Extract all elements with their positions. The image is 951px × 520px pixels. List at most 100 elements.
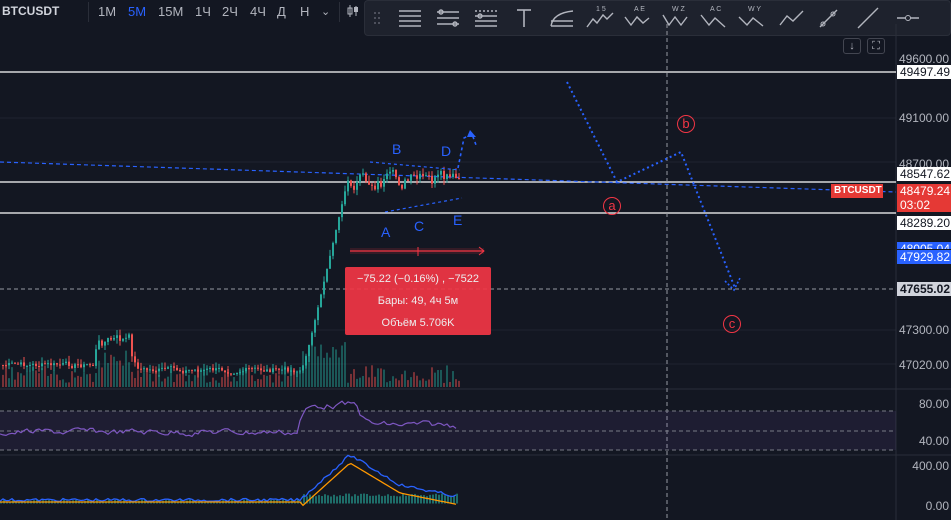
candle-body bbox=[137, 362, 139, 369]
chart-canvas[interactable] bbox=[0, 0, 951, 520]
candle-body bbox=[56, 363, 58, 365]
price-tick: 49600.00 bbox=[898, 52, 949, 66]
macd-histogram-bar bbox=[339, 495, 341, 504]
volume-bar bbox=[134, 378, 136, 387]
candle-body bbox=[266, 369, 268, 372]
volume-bar bbox=[371, 365, 373, 387]
macd-histogram-bar bbox=[399, 496, 401, 504]
candle-body bbox=[419, 173, 421, 179]
volume-bar bbox=[143, 372, 145, 387]
volume-bar bbox=[455, 379, 457, 387]
volume-bar bbox=[182, 372, 184, 387]
volume-bar bbox=[2, 374, 4, 387]
volume-bar bbox=[278, 375, 280, 387]
candle-body bbox=[215, 368, 217, 371]
volume-bar bbox=[191, 381, 193, 387]
volume-bar bbox=[167, 376, 169, 387]
macd-histogram-bar bbox=[381, 496, 383, 504]
candle-body bbox=[209, 367, 211, 369]
macd-histogram-bar bbox=[357, 495, 359, 504]
tooltip-change: −75.22 (−0.16%) , −7522 bbox=[356, 273, 479, 285]
candle-body bbox=[347, 180, 349, 192]
volume-bar bbox=[68, 382, 70, 387]
candle-body bbox=[335, 230, 337, 243]
price-label-level: 48289.20 bbox=[896, 216, 951, 230]
volume-bar bbox=[215, 380, 217, 387]
volume-bar bbox=[95, 373, 97, 387]
wave-label-e[interactable]: E bbox=[453, 212, 462, 228]
volume-bar bbox=[74, 377, 76, 387]
volume-bar bbox=[350, 373, 352, 387]
volume-bar bbox=[290, 367, 292, 387]
candle-body bbox=[92, 364, 94, 366]
volume-bar bbox=[5, 366, 7, 387]
volume-bar bbox=[203, 369, 205, 387]
macd-histogram-bar bbox=[378, 494, 380, 504]
volume-bar bbox=[458, 380, 460, 387]
correction-label-a[interactable]: a bbox=[603, 197, 621, 215]
tooltip-volume: Объём 5.706K bbox=[381, 317, 455, 329]
volume-bar bbox=[164, 378, 166, 387]
candle-body bbox=[344, 191, 346, 205]
macd-histogram-bar bbox=[321, 496, 323, 504]
wave-label-b[interactable]: B bbox=[392, 141, 401, 157]
candle-body bbox=[410, 174, 412, 181]
macd-histogram-bar bbox=[360, 493, 362, 504]
candle-body bbox=[437, 174, 439, 178]
macd-histogram-bar bbox=[336, 496, 338, 504]
candle-body bbox=[47, 363, 49, 365]
volume-bar bbox=[29, 370, 31, 387]
wave-label-d[interactable]: D bbox=[441, 143, 451, 159]
volume-bar bbox=[416, 375, 418, 387]
candle-body bbox=[326, 268, 328, 282]
candle-body bbox=[377, 181, 379, 190]
symbol-tag: BTCUSDT bbox=[831, 184, 883, 198]
macd-histogram-bar bbox=[375, 495, 377, 504]
candle-body bbox=[329, 255, 331, 269]
candle-body bbox=[272, 368, 274, 373]
volume-bar bbox=[146, 368, 148, 387]
volume-bar bbox=[113, 356, 115, 387]
correction-label-b[interactable]: b bbox=[677, 115, 695, 133]
volume-bar bbox=[218, 382, 220, 387]
candle-body bbox=[119, 335, 121, 341]
wave-label-a[interactable]: A bbox=[381, 224, 390, 240]
candle-body bbox=[101, 340, 103, 346]
wave-label-c[interactable]: C bbox=[414, 218, 424, 234]
volume-bar bbox=[209, 381, 211, 387]
macd-histogram-bar bbox=[333, 494, 335, 504]
candle-body bbox=[314, 320, 316, 333]
volume-bar bbox=[383, 369, 385, 387]
volume-bar bbox=[446, 365, 448, 387]
volume-bar bbox=[293, 368, 295, 387]
volume-bar bbox=[71, 371, 73, 387]
volume-bar bbox=[332, 347, 334, 387]
volume-bar bbox=[224, 374, 226, 387]
volume-bar bbox=[302, 351, 304, 387]
macd-histogram-bar bbox=[390, 495, 392, 504]
volume-bar bbox=[269, 374, 271, 387]
candle-body bbox=[65, 361, 67, 364]
volume-bar bbox=[251, 375, 253, 387]
candle-body bbox=[356, 181, 358, 190]
volume-bar bbox=[230, 381, 232, 387]
correction-label-c[interactable]: c bbox=[723, 315, 741, 333]
candle-body bbox=[341, 204, 343, 218]
volume-bar bbox=[434, 372, 436, 387]
volume-bar bbox=[299, 371, 301, 387]
candle-body bbox=[35, 363, 37, 366]
volume-bar bbox=[110, 354, 112, 387]
candle-body bbox=[149, 369, 151, 371]
candle-body bbox=[164, 367, 166, 369]
macd-histogram-bar bbox=[372, 495, 374, 504]
tooltip-bars: Бары: 49, 4ч 5м bbox=[377, 295, 459, 307]
candle-body bbox=[194, 369, 196, 371]
volume-bar bbox=[437, 370, 439, 387]
volume-bar bbox=[305, 353, 307, 387]
volume-bar bbox=[170, 368, 172, 387]
volume-bar bbox=[86, 374, 88, 387]
candle-body bbox=[320, 294, 322, 308]
volume-bar bbox=[287, 376, 289, 387]
candle-body bbox=[443, 171, 445, 179]
macd-histogram-bar bbox=[420, 495, 422, 504]
